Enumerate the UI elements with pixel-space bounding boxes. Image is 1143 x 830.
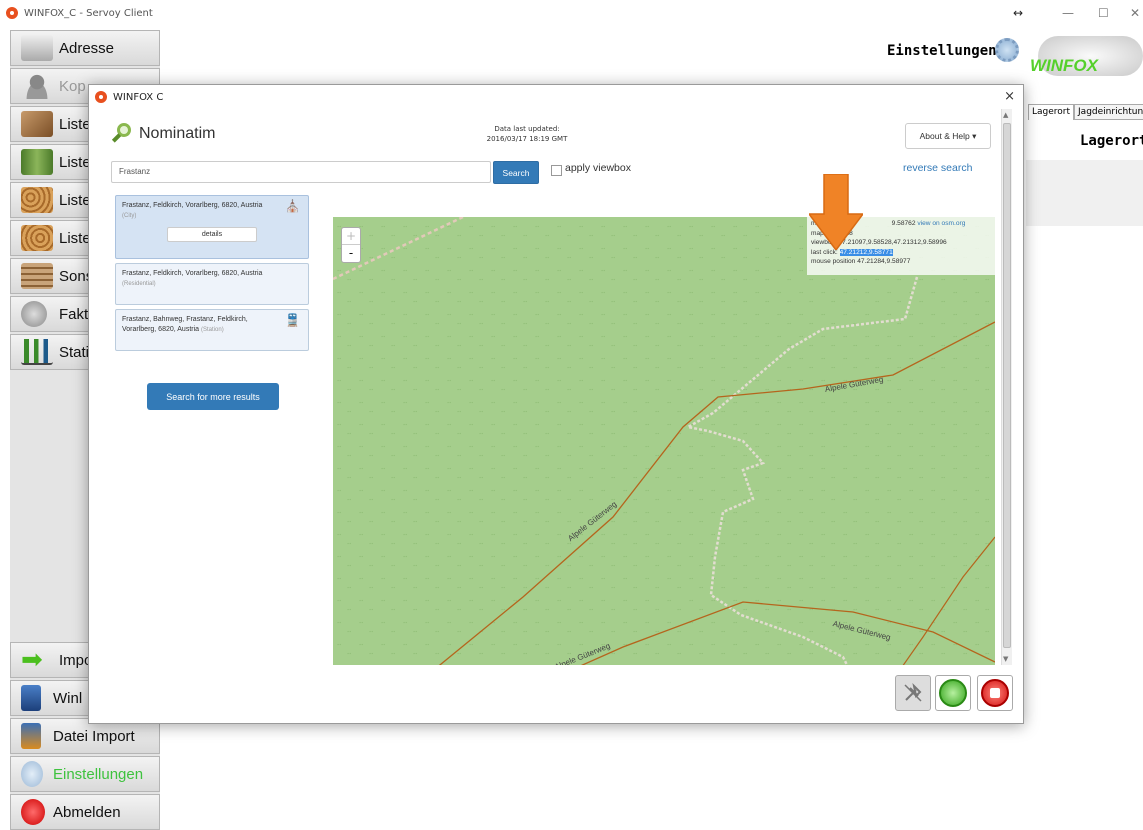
scroll-thumb[interactable] (1003, 123, 1011, 648)
window-title: WINFOX_C - Servoy Client (24, 7, 153, 19)
search-button[interactable]: Search (493, 161, 539, 184)
apply-viewbox-checkbox[interactable] (551, 165, 562, 176)
sidebar-item-label: Liste (59, 191, 91, 209)
search-input[interactable]: Frastanz (111, 161, 491, 183)
nominatim-page: Nominatim Data last updated: 2016/03/17 … (97, 109, 999, 665)
app-logo-icon (95, 91, 107, 103)
lumber-icon (21, 263, 53, 289)
minimize-button[interactable]: — (1062, 6, 1074, 20)
sidebar-item-label: Adresse (59, 39, 115, 57)
sidebar-item-label: Liste (59, 229, 91, 247)
details-button[interactable]: details (167, 227, 257, 242)
dialog-title: WINFOX C (113, 91, 164, 103)
updated-label: Data last updated: (494, 125, 560, 133)
handheld-import-icon (21, 723, 41, 749)
scroll-up-icon[interactable]: ▲ (1003, 111, 1008, 119)
address-icon (21, 35, 53, 61)
result-type: (City) (122, 213, 137, 219)
app-header: Einstellungen WINFOX (160, 30, 1143, 76)
mouse-position-label: mouse position (811, 258, 856, 265)
sidebar-item-einstellungen[interactable]: Einstellungen (10, 756, 160, 792)
result-name: Frastanz, Bahnweg, Frastanz, Feldkirch, … (122, 316, 248, 333)
result-item[interactable]: ⛪ Frastanz, Feldkirch, Vorarlberg, 6820,… (115, 195, 309, 259)
nominatim-brand[interactable]: Nominatim (111, 123, 215, 145)
mouse-position-value: 47.21284,9.58977 (857, 258, 911, 265)
firewood-icon (21, 187, 53, 213)
nominatim-title: Nominatim (139, 125, 216, 142)
window-titlebar: WINFOX_C - Servoy Client ↔ — ☐ ✕ (0, 0, 1143, 26)
header-settings-label[interactable]: Einstellungen (887, 43, 997, 59)
updated-value: 2016/03/17 18:19 GMT (486, 135, 568, 143)
firewood-icon (21, 225, 53, 251)
result-type: (Station) (201, 327, 224, 333)
sidebar-item-label: Liste (59, 153, 91, 171)
winfox-dialog: WINFOX C × Nominatim Data last updated: … (88, 84, 1024, 724)
sidebar-item-label: Datei Import (53, 727, 135, 745)
refresh-icon (939, 679, 967, 707)
view-on-osm-link[interactable]: view on osm.org (917, 220, 965, 227)
result-name: Frastanz, Feldkirch, Vorarlberg, 6820, A… (122, 270, 263, 277)
search-input-value: Frastanz (119, 167, 151, 176)
no-gps-button[interactable] (895, 675, 931, 711)
brand-text: WINFOX (1030, 56, 1098, 75)
zoom-out-button[interactable]: - (342, 245, 360, 262)
resize-icon[interactable]: ↔ (1013, 6, 1023, 20)
forest-texture (333, 217, 995, 665)
tab-lagerort[interactable]: Lagerort (1028, 104, 1075, 120)
refresh-button[interactable] (935, 675, 971, 711)
orange-arrow-icon (809, 174, 863, 250)
search-more-results-button[interactable]: Search for more results (147, 383, 279, 410)
scroll-down-icon[interactable]: ▼ (1003, 655, 1008, 663)
app-logo-icon (6, 7, 18, 19)
sidebar-item-label: Kop (59, 77, 86, 95)
data-updated: Data last updated: 2016/03/17 18:19 GMT (417, 124, 637, 144)
stop-icon (981, 679, 1009, 707)
train-icon: 🚆 (285, 313, 300, 327)
sidebar-item-abmelden[interactable]: Abmelden (10, 794, 160, 830)
result-type: (Residential) (122, 281, 156, 287)
sidebar-item-label: Fakt (59, 305, 89, 323)
sidebar-item-adresse[interactable]: Adresse (10, 30, 160, 66)
reverse-search-link[interactable]: reverse search (903, 162, 972, 174)
right-panel-body (1026, 160, 1143, 226)
coin-icon (21, 301, 47, 327)
close-window-button[interactable]: ✕ (1130, 6, 1140, 20)
tab-jagdeinrichtung[interactable]: Jagdeinrichtung (1074, 104, 1143, 120)
sidebar-item-label: Stati (59, 343, 90, 361)
sidebar-item-label: Einstellungen (53, 765, 144, 783)
city-icon: ⛪ (285, 199, 300, 213)
dialog-scrollbar[interactable]: ▲ ▼ (1001, 109, 1012, 665)
sidebar-item-label: Winl (53, 689, 83, 707)
map-canvas: ꞏꞏ ꞏꞏ (333, 217, 995, 665)
apply-viewbox-label[interactable]: apply viewbox (565, 162, 631, 174)
stop-icon (21, 799, 45, 825)
arrow-right-icon: ➡ (21, 644, 43, 674)
about-help-button[interactable]: About & Help ▾ (905, 123, 991, 149)
handheld-device-icon (21, 685, 41, 711)
zoom-in-button[interactable]: + (342, 228, 360, 245)
wood-log-icon (21, 111, 53, 137)
magnifier-icon (111, 123, 133, 145)
center-value: 9.58762 (891, 220, 916, 227)
lagerort-title: Lagerort (1080, 133, 1143, 149)
result-item[interactable]: 🚆 Frastanz, Bahnweg, Frastanz, Feldkirch… (115, 309, 309, 351)
dialog-close-button[interactable]: × (1004, 89, 1015, 104)
winfox-logo: WINFOX (1030, 36, 1143, 78)
sidebar-item-label: Liste (59, 115, 91, 133)
maximize-button[interactable]: ☐ (1098, 6, 1109, 20)
stop-button[interactable] (977, 675, 1013, 711)
map-view[interactable]: ꞏꞏ ꞏꞏ Alpele Güterweg Alpele Güterweg Al… (333, 217, 995, 665)
gear-icon (21, 761, 43, 787)
result-name: Frastanz, Feldkirch, Vorarlberg, 6820, A… (122, 202, 263, 209)
zoom-control: + - (341, 227, 361, 263)
right-tabs: Lagerort Jagdeinrichtung (1028, 104, 1143, 120)
dialog-titlebar: WINFOX C (89, 85, 1023, 109)
satellite-off-icon (904, 682, 922, 702)
sidebar-item-label: Abmelden (53, 803, 121, 821)
person-icon (21, 73, 53, 99)
result-item[interactable]: Frastanz, Feldkirch, Vorarlberg, 6820, A… (115, 263, 309, 305)
bar-chart-icon (21, 339, 53, 365)
settings-gear-icon[interactable] (995, 38, 1019, 62)
tree-icon (21, 149, 53, 175)
